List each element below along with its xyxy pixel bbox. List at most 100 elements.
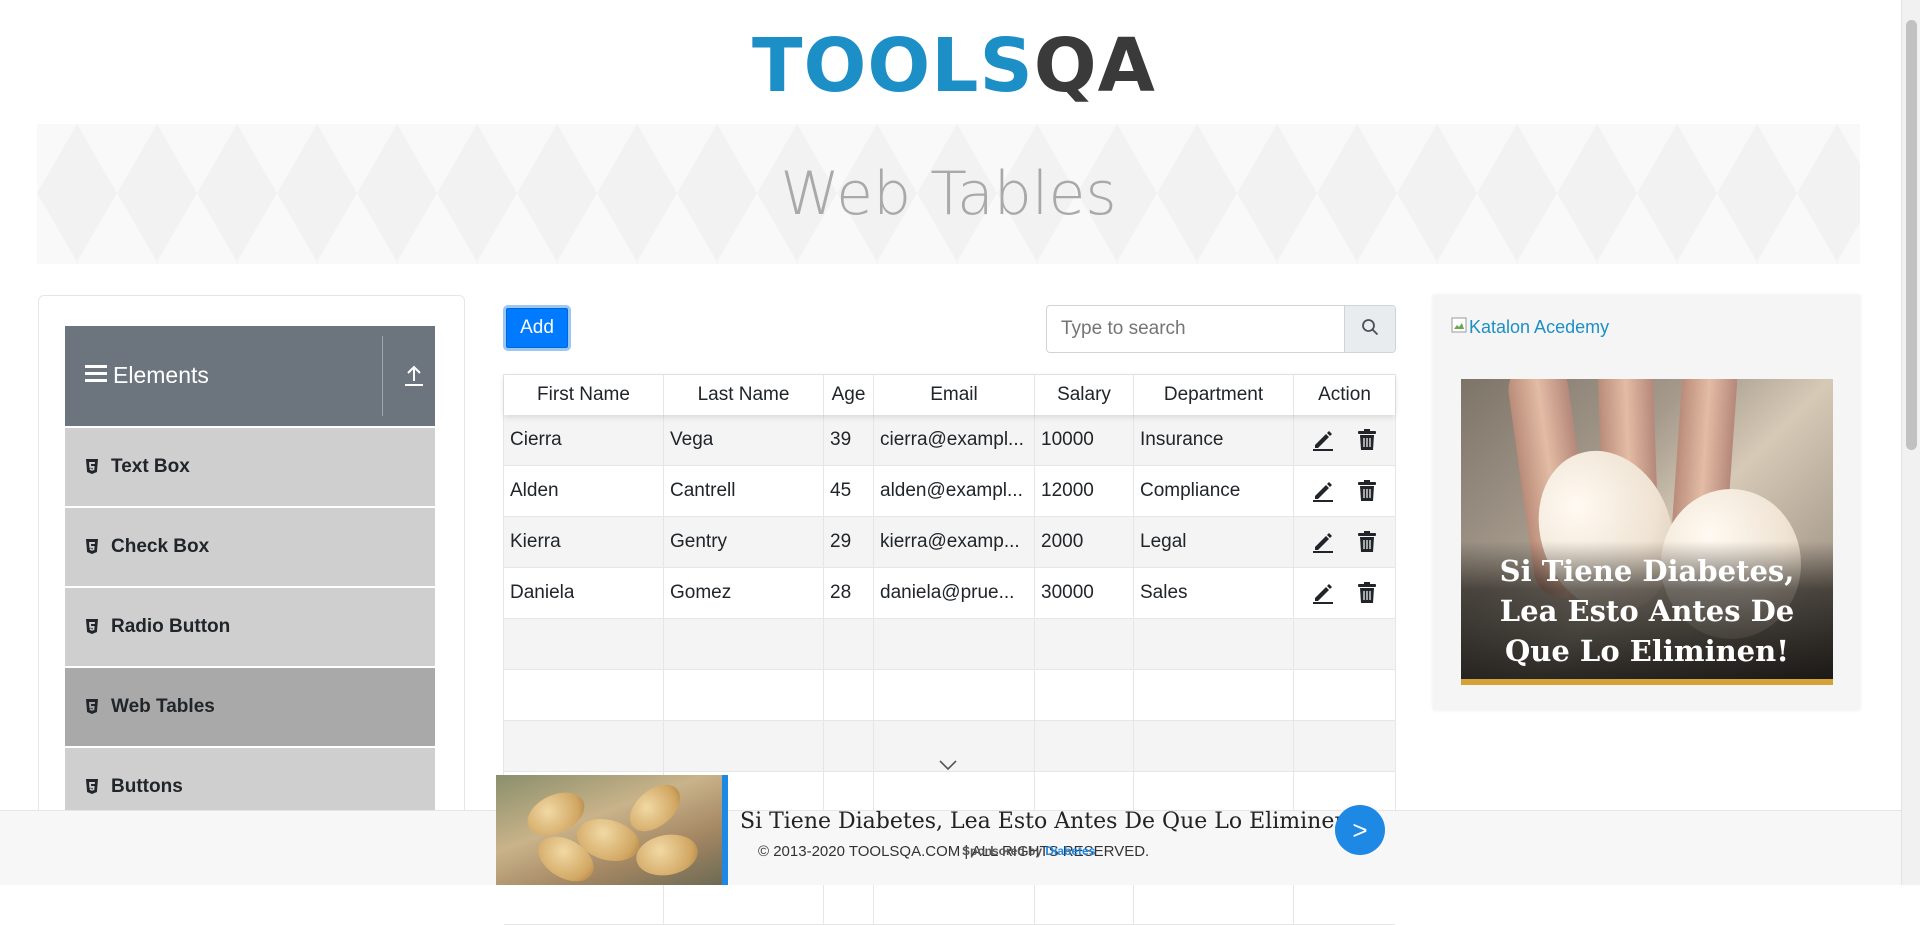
ad-thumbnail[interactable] (496, 775, 722, 885)
scrollbar-thumb[interactable] (1906, 20, 1917, 450)
html5-icon (85, 779, 99, 795)
cell-last-name (664, 721, 824, 771)
table-row: Cierra Vega 39 cierra@exampl... 10000 Insuran… (504, 415, 1395, 466)
toolsqa-logo[interactable]: TOOLSQA (752, 18, 1155, 113)
ad-accent-bar (722, 775, 728, 885)
delete-icon[interactable] (1355, 530, 1379, 554)
sidebar-item-radio-button[interactable]: Radio Button (65, 588, 435, 666)
cell-salary (1035, 670, 1134, 720)
cell-email: daniela@prue... (874, 568, 1035, 618)
ad-headline[interactable]: Si Tiene Diabetes, Lea Esto Antes De Que… (740, 809, 1357, 834)
column-header-action: Action (1318, 384, 1371, 405)
ad-next-button[interactable]: > (1335, 805, 1385, 855)
column-header-last-name[interactable]: Last Name (664, 375, 824, 415)
html5-icon (85, 619, 99, 635)
cell-text: 28 (830, 582, 852, 603)
cell-last-name: Cantrell (664, 466, 824, 516)
sidebar-item-label: Radio Button (111, 616, 231, 637)
cell-last-name: Gomez (664, 568, 824, 618)
sidebar-item-check-box[interactable]: Check Box (65, 508, 435, 586)
cell-age: 45 (824, 466, 874, 516)
edit-icon[interactable] (1311, 479, 1335, 503)
cell-department (1134, 670, 1294, 720)
column-header-department[interactable]: Department (1134, 375, 1294, 415)
ad-caption: Si Tiene Diabetes, Lea Esto Antes De Que… (1461, 541, 1833, 679)
edit-icon[interactable] (1311, 530, 1335, 554)
delete-icon[interactable] (1355, 428, 1379, 452)
sidebar-item-label: Text Box (111, 456, 190, 477)
table-row: Alden Cantrell 45 alden@exampl... 12000 Compl… (504, 466, 1395, 517)
column-header-salary[interactable]: Salary (1035, 375, 1134, 415)
html5-icon (85, 459, 99, 475)
cell-text: Insurance (1140, 429, 1224, 450)
cell-text: Cierra (510, 429, 562, 450)
delete-icon[interactable] (1355, 581, 1379, 605)
cell-text: 39 (830, 429, 852, 450)
logo-tools-text: TOOLS (752, 23, 1034, 109)
cell-text: alden@exampl... (880, 480, 1023, 501)
ad-image[interactable]: Si Tiene Diabetes, Lea Esto Antes De Que… (1461, 379, 1833, 685)
broken-image-icon (1451, 317, 1467, 338)
column-header-email[interactable]: Email (874, 375, 1035, 415)
cell-department: Compliance (1134, 466, 1294, 516)
bottom-ad[interactable]: Si Tiene Diabetes, Lea Esto Antes De Que… (496, 775, 1391, 885)
cell-first-name: Kierra (504, 517, 664, 567)
cell-department (1134, 619, 1294, 669)
katalon-ad-link[interactable]: Katalon Acedemy (1451, 317, 1609, 338)
vertical-scrollbar[interactable] (1901, 0, 1920, 885)
sidebar: Elements Text Box Check Box Radio Button… (38, 295, 465, 885)
cell-department: Sales (1134, 568, 1294, 618)
cell-department: Legal (1134, 517, 1294, 567)
cashew-illustration (632, 829, 702, 881)
cell-first-name: Cierra (504, 415, 664, 465)
edit-icon[interactable] (1311, 428, 1335, 452)
add-record-button[interactable]: Add (503, 305, 571, 351)
cell-age (824, 721, 874, 771)
html5-icon (85, 539, 99, 555)
search-input[interactable] (1047, 306, 1344, 352)
collapse-up-icon[interactable] (400, 362, 428, 390)
search-button[interactable] (1344, 306, 1395, 352)
cell-first-name: Daniela (504, 568, 664, 618)
edit-icon[interactable] (1311, 581, 1335, 605)
cell-email: alden@exampl... (874, 466, 1035, 516)
group-title: Elements (113, 362, 209, 388)
cell-age: 28 (824, 568, 874, 618)
sidebar-item-label: Check Box (111, 536, 210, 557)
cell-salary (1035, 721, 1134, 771)
sponsor-name[interactable]: Diabetes (1045, 844, 1095, 858)
cell-action (1294, 415, 1395, 465)
header-divider (382, 336, 383, 416)
cell-department: Insurance (1134, 415, 1294, 465)
cell-email: cierra@exampl... (874, 415, 1035, 465)
cell-text: Compliance (1140, 480, 1241, 501)
cell-text: Legal (1140, 531, 1187, 552)
cell-action (1294, 670, 1395, 720)
table-row (504, 619, 1395, 670)
sidebar-item-text-box[interactable]: Text Box (65, 428, 435, 506)
cell-text: Kierra (510, 531, 561, 552)
elements-group-header[interactable]: Elements (65, 326, 435, 426)
right-ad[interactable]: Katalon Acedemy Si Tiene Diabetes, Lea E… (1433, 295, 1860, 710)
cell-salary: 2000 (1035, 517, 1134, 567)
table-row (504, 670, 1395, 721)
cell-last-name: Gentry (664, 517, 824, 567)
sidebar-item-web-tables[interactable]: Web Tables (65, 668, 435, 746)
cell-email (874, 619, 1035, 669)
cell-salary: 10000 (1035, 415, 1134, 465)
page-banner: Web Tables (37, 124, 1860, 264)
cell-text: Gomez (670, 582, 732, 603)
cell-action (1294, 568, 1395, 618)
column-header-first-name[interactable]: First Name (504, 375, 664, 415)
sponsored-prefix: Sponsored by (962, 844, 1043, 858)
page-title: Web Tables (780, 159, 1117, 229)
cell-first-name (504, 619, 664, 669)
column-header-age[interactable]: Age (824, 375, 874, 415)
cell-salary: 12000 (1035, 466, 1134, 516)
cell-age (824, 619, 874, 669)
delete-icon[interactable] (1355, 479, 1379, 503)
cell-first-name: Alden (504, 466, 664, 516)
cell-text: 12000 (1041, 480, 1094, 501)
sidebar-item-label: Buttons (111, 776, 183, 797)
cell-text: 45 (830, 480, 852, 501)
